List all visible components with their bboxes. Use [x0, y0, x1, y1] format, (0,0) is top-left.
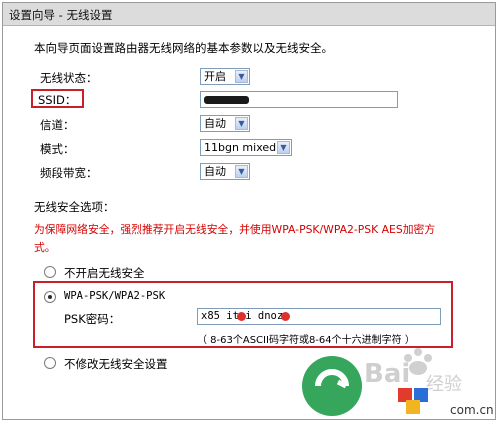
wizard-header: 设置向导 - 无线设置: [3, 3, 495, 26]
chevron-down-icon: ▼: [235, 165, 248, 178]
wizard-description: 本向导页面设置路由器无线网络的基本参数以及无线安全。: [34, 41, 333, 55]
psk-redaction-dot: [237, 312, 246, 321]
ssid-label: SSID：: [38, 93, 77, 107]
psk-password-label: PSK密码：: [64, 312, 121, 326]
wireless-status-select[interactable]: 开启 ▼: [200, 68, 250, 85]
option-keep-security-label: 不修改无线安全设置: [64, 357, 168, 371]
wireless-status-label: 无线状态：: [40, 71, 98, 85]
bandwidth-value: 自动: [204, 165, 226, 178]
psk-redaction-dot: [281, 312, 290, 321]
page-title: 设置向导 - 无线设置: [9, 8, 113, 22]
mode-value: 11bgn mixed: [204, 141, 277, 154]
watermark-text: Bai: [364, 359, 410, 389]
watermark-suffix: 经验: [426, 374, 462, 395]
security-warning-line2: 式。: [34, 241, 56, 254]
chevron-down-icon: ▼: [277, 141, 290, 154]
chevron-down-icon: ▼: [235, 117, 248, 130]
ssid-input[interactable]: [200, 91, 398, 108]
ssid-redaction-scribble: [204, 96, 249, 104]
psk-password-input[interactable]: x85 itoi dnoz: [197, 308, 441, 325]
wireless-status-value: 开启: [204, 70, 226, 83]
baidu-watermark-logo: Bai 经验 com.cn: [302, 348, 494, 417]
chevron-down-icon: ▼: [235, 70, 248, 83]
channel-value: 自动: [204, 117, 226, 130]
radio-wpa-psk[interactable]: [44, 291, 56, 303]
bandwidth-label: 频段带宽：: [40, 166, 98, 180]
channel-select[interactable]: 自动 ▼: [200, 115, 250, 132]
security-section-label: 无线安全选项：: [34, 200, 115, 214]
mode-label: 模式：: [40, 142, 75, 156]
radio-keep-security[interactable]: [44, 357, 56, 369]
option-no-security-label: 不开启无线安全: [64, 266, 145, 280]
mode-select[interactable]: 11bgn mixed ▼: [200, 139, 292, 156]
watermark-site: com.cn: [450, 403, 494, 417]
bandwidth-select[interactable]: 自动 ▼: [200, 163, 250, 180]
security-warning-line1: 为保障网络安全，强烈推荐开启无线安全，并使用WPA-PSK/WPA2-PSK A…: [34, 223, 436, 236]
radio-no-security[interactable]: [44, 266, 56, 278]
channel-label: 信道：: [40, 118, 75, 132]
option-wpa-psk-label: WPA-PSK/WPA2-PSK: [64, 290, 166, 302]
